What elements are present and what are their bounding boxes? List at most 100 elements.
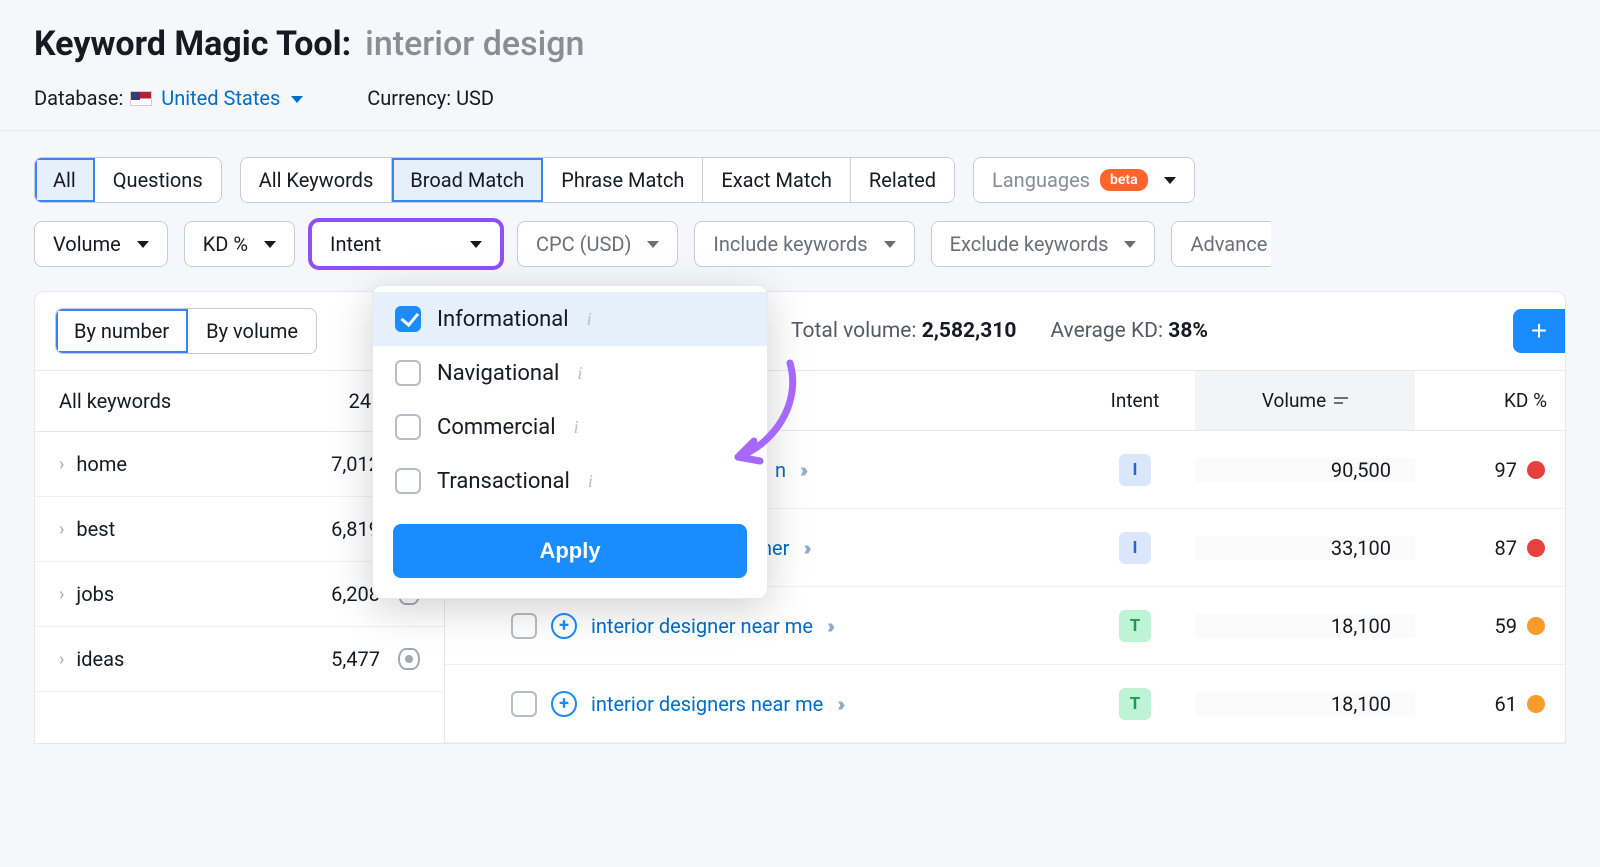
scope-toggle: All Questions — [34, 157, 222, 203]
kd-value: 59 — [1415, 614, 1565, 638]
chevrons-icon: ›› — [803, 536, 807, 560]
add-keyword-icon[interactable]: + — [551, 613, 577, 639]
info-icon[interactable]: i — [574, 417, 579, 438]
filter-row: Volume KD % Intent CPC (USD) Include key… — [0, 221, 1600, 291]
title-row: Keyword Magic Tool: interior design — [34, 24, 1566, 64]
filter-exclude[interactable]: Exclude keywords — [931, 221, 1156, 267]
filter-include[interactable]: Include keywords — [694, 221, 914, 267]
tab-phrase-match[interactable]: Phrase Match — [543, 158, 703, 202]
match-type-group: All Keywords Broad Match Phrase Match Ex… — [240, 157, 955, 203]
intent-dropdown: Informational i Navigational i Commercia… — [372, 285, 768, 599]
chevrons-icon: ›› — [837, 692, 841, 716]
tab-broad-match[interactable]: Broad Match — [392, 158, 543, 202]
intent-badge: I — [1119, 454, 1151, 486]
subheader: Database: United States Currency: USD — [34, 86, 1566, 110]
chevron-right-icon: › — [59, 584, 64, 605]
chevron-down-icon — [291, 96, 303, 103]
volume-value: 18,100 — [1195, 614, 1415, 638]
tab-questions[interactable]: Questions — [95, 158, 221, 202]
chevron-down-icon — [264, 241, 276, 248]
beta-badge: beta — [1100, 169, 1148, 191]
us-flag-icon — [130, 91, 152, 106]
page-title: Keyword Magic Tool: — [34, 24, 351, 64]
tab-all-keywords[interactable]: All Keywords — [241, 158, 393, 202]
view-by-number[interactable]: By number — [56, 309, 188, 353]
chevrons-icon: ›› — [800, 458, 804, 482]
chevron-right-icon: › — [59, 649, 64, 670]
stats-row: By number By volume 3 Total volume: 2,58… — [35, 292, 1565, 371]
page-query: interior design — [365, 24, 584, 64]
chevron-right-icon: › — [59, 519, 64, 540]
add-keyword-icon[interactable]: + — [551, 691, 577, 717]
difficulty-dot-icon — [1527, 461, 1545, 479]
eye-icon[interactable] — [398, 648, 420, 670]
table-row: + interior designers near me ›› T 18,100… — [445, 665, 1565, 743]
intent-option-transactional[interactable]: Transactional i — [373, 454, 767, 508]
intent-badge: I — [1119, 532, 1151, 564]
database-selector[interactable]: Database: United States — [34, 86, 303, 110]
stat-total-volume: Total volume: 2,582,310 — [791, 319, 1016, 343]
chevron-down-icon — [1124, 241, 1136, 248]
currency-display: Currency: USD — [367, 86, 494, 110]
languages-button[interactable]: Languages beta — [973, 157, 1195, 203]
difficulty-dot-icon — [1527, 695, 1545, 713]
view-by-volume[interactable]: By volume — [188, 309, 316, 353]
difficulty-dot-icon — [1527, 539, 1545, 557]
kd-value: 97 — [1415, 458, 1565, 482]
filter-advanced[interactable]: Advance — [1171, 221, 1271, 267]
checkbox-icon[interactable] — [395, 414, 421, 440]
results-panel: By number By volume 3 Total volume: 2,58… — [34, 291, 1566, 744]
volume-value: 90,500 — [1195, 458, 1415, 482]
filter-volume[interactable]: Volume — [34, 221, 168, 267]
keyword-link[interactable]: interior designer near me — [591, 614, 813, 638]
checkbox-icon[interactable] — [395, 360, 421, 386]
tab-exact-match[interactable]: Exact Match — [703, 158, 851, 202]
languages-label: Languages — [992, 168, 1090, 192]
info-icon[interactable]: i — [587, 309, 592, 330]
difficulty-dot-icon — [1527, 617, 1545, 635]
filter-kd[interactable]: KD % — [184, 221, 295, 267]
chevron-down-icon — [884, 241, 896, 248]
volume-value: 18,100 — [1195, 692, 1415, 716]
chevron-down-icon — [470, 241, 482, 248]
database-value[interactable]: United States — [161, 86, 280, 110]
checkbox-checked-icon[interactable] — [395, 306, 421, 332]
intent-option-navigational[interactable]: Navigational i — [373, 346, 767, 400]
col-volume[interactable]: Volume — [1195, 371, 1415, 430]
chevrons-icon: ›› — [827, 614, 831, 638]
view-mode-toggle: By number By volume — [55, 308, 317, 354]
match-toolbar: All Questions All Keywords Broad Match P… — [0, 131, 1600, 221]
intent-badge: T — [1119, 688, 1151, 720]
info-icon[interactable]: i — [588, 471, 593, 492]
database-label: Database: — [34, 86, 123, 110]
chevron-down-icon — [137, 241, 149, 248]
keyword-cell: + interior designer near me ›› — [445, 597, 1075, 655]
row-checkbox[interactable] — [511, 613, 537, 639]
intent-badge: T — [1119, 610, 1151, 642]
apply-button[interactable]: Apply — [393, 524, 747, 578]
filter-cpc[interactable]: CPC (USD) — [517, 221, 678, 267]
tab-related[interactable]: Related — [851, 158, 954, 202]
filter-intent[interactable]: Intent — [311, 221, 501, 267]
stat-avg-kd: Average KD: 38% — [1050, 319, 1208, 343]
sidebar-item[interactable]: › ideas 5,477 — [35, 627, 444, 692]
add-button[interactable]: + — [1513, 309, 1565, 353]
col-intent[interactable]: Intent — [1075, 371, 1195, 430]
keyword-link[interactable]: interior designers near me — [591, 692, 823, 716]
intent-option-informational[interactable]: Informational i — [373, 292, 767, 346]
volume-value: 33,100 — [1195, 536, 1415, 560]
page-header: Keyword Magic Tool: interior design Data… — [0, 0, 1600, 131]
checkbox-icon[interactable] — [395, 468, 421, 494]
chevron-down-icon — [1164, 177, 1176, 184]
intent-option-commercial[interactable]: Commercial i — [373, 400, 767, 454]
row-checkbox[interactable] — [511, 691, 537, 717]
chevron-down-icon — [647, 241, 659, 248]
sort-desc-icon — [1334, 395, 1348, 407]
tab-all[interactable]: All — [35, 158, 95, 202]
kd-value: 87 — [1415, 536, 1565, 560]
col-kd[interactable]: KD % — [1415, 371, 1565, 430]
kd-value: 61 — [1415, 692, 1565, 716]
info-icon[interactable]: i — [577, 363, 582, 384]
keyword-cell: + interior designers near me ›› — [445, 675, 1075, 733]
chevron-right-icon: › — [59, 454, 64, 475]
